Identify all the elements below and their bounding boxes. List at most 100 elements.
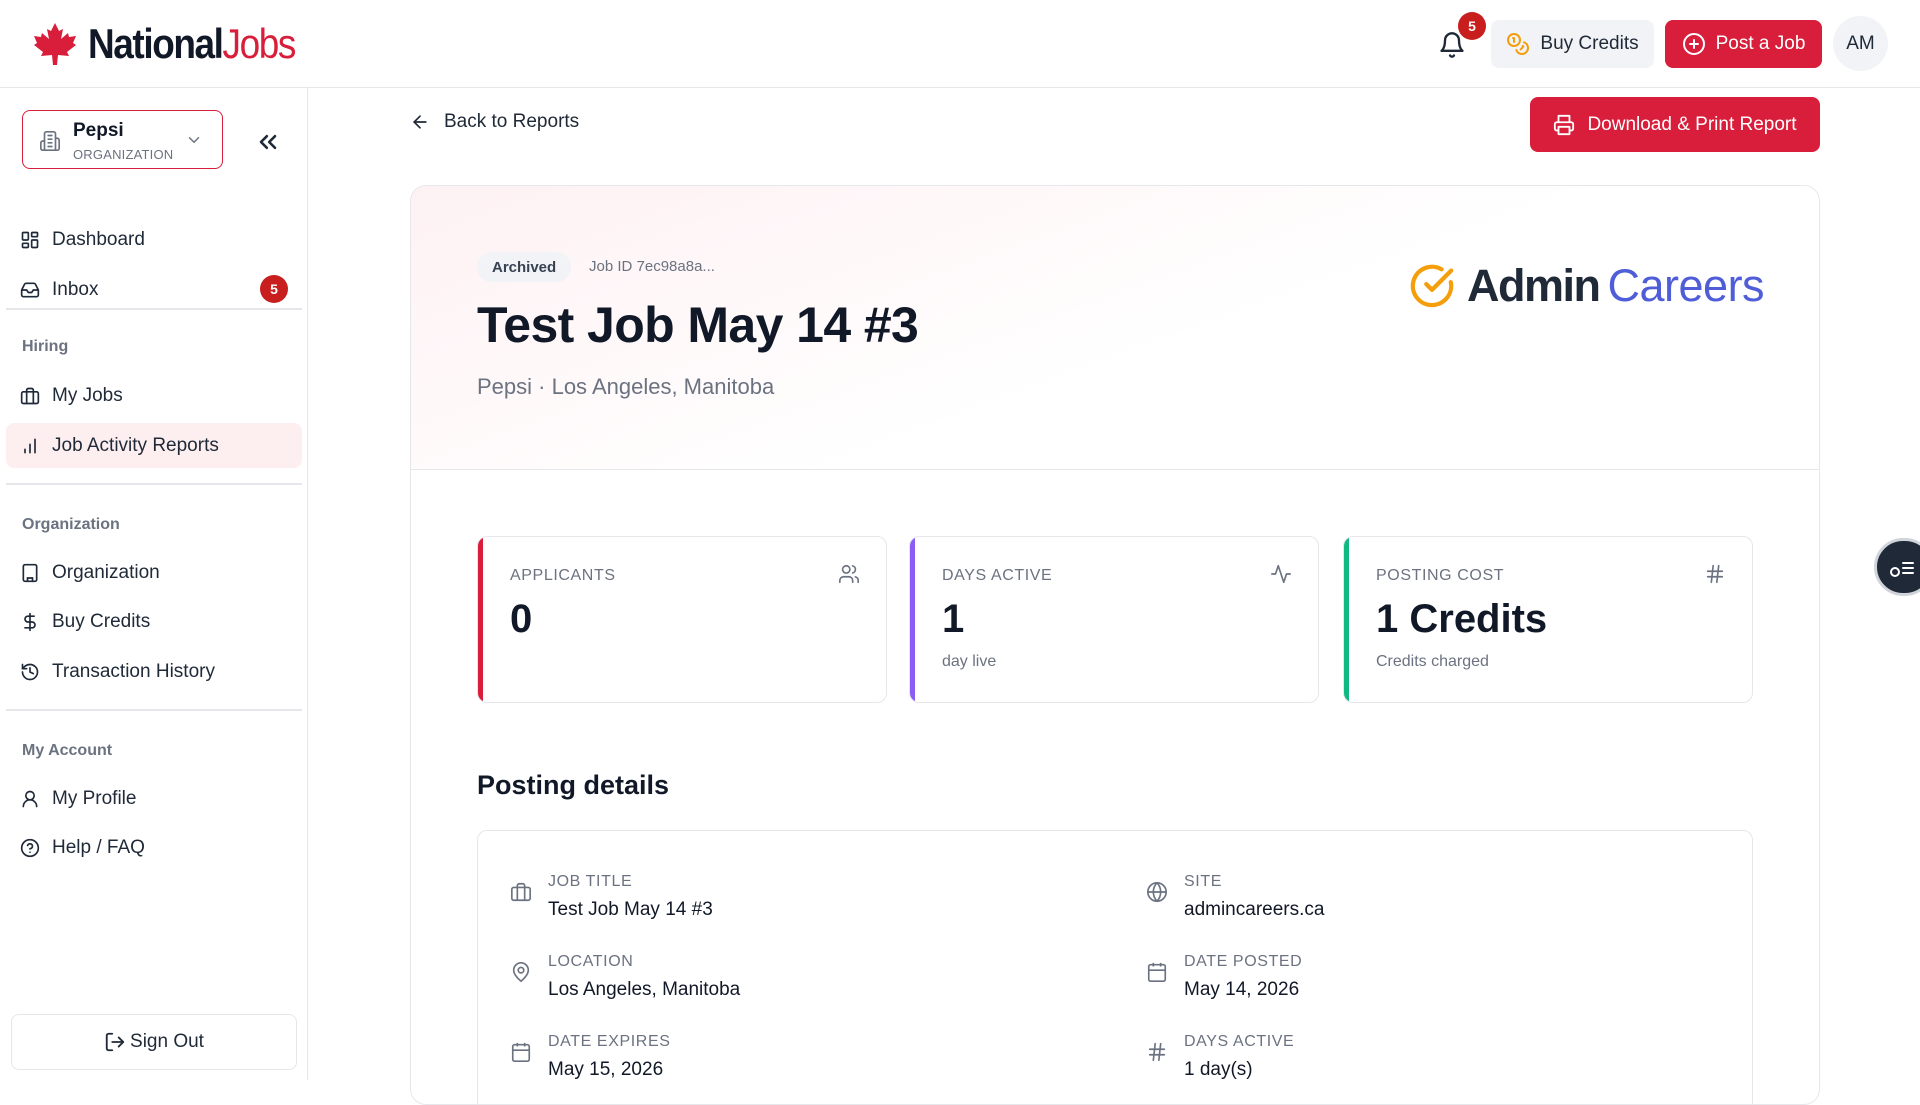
job-id: Job ID 7ec98a8a... [589,258,715,275]
detail-label: DATE POSTED [1184,953,1303,970]
post-job-label: Post a Job [1715,33,1806,54]
sidebar-item-inbox[interactable]: Inbox 5 [6,267,302,312]
sidebar-item-label: Job Activity Reports [52,434,219,456]
job-org-location: Pepsi · Los Angeles, Manitoba [477,374,775,399]
stat-label: DAYS ACTIVE [942,567,1053,584]
sidebar-item-organization[interactable]: Organization [6,550,302,595]
sidebar-item-my-profile[interactable]: My Profile [6,776,302,821]
top-bar: NationalJobs 5 Buy Credits Post a Job AM [0,0,1920,88]
notification-count-badge: 5 [1458,12,1486,40]
download-label: Download & Print Report [1587,113,1797,135]
stat-label: POSTING COST [1376,567,1505,584]
sidebar-item-label: My Profile [52,787,137,809]
post-job-button[interactable]: Post a Job [1665,20,1822,68]
detail-value: May 14, 2026 [1184,979,1300,1000]
sidebar-item-label: Organization [52,561,160,583]
detail-value: 1 day(s) [1184,1059,1253,1080]
stat-days-active: DAYS ACTIVE 1 day live [909,536,1319,703]
check-circle-icon [1410,264,1454,308]
posting-details-heading: Posting details [477,770,670,800]
bar-chart-icon [24,438,36,454]
stat-value: 1 Credits [1376,597,1548,641]
sidebar-item-label: Dashboard [52,228,145,250]
calendar-icon [511,1042,531,1062]
map-pin-icon [512,962,530,983]
sidebar-item-buy-credits[interactable]: Buy Credits [6,599,302,644]
detail-days-active: DAYS ACTIVE 1 day(s) [1146,1033,1666,1093]
floating-assistant-button[interactable] [1874,538,1920,596]
detail-value: May 15, 2026 [548,1059,664,1080]
site-logo-admin: Admin [1467,260,1601,311]
detail-date-expires: DATE EXPIRES May 15, 2026 [510,1033,1030,1093]
page-title: Test Job May 14 #3 [477,297,919,353]
hash-icon [1148,1042,1166,1062]
divider [6,709,302,711]
users-icon [839,564,859,584]
buy-credits-button[interactable]: Buy Credits [1491,20,1654,68]
sidebar-item-label: My Jobs [52,384,123,406]
help-icon [20,838,40,858]
sidebar-item-help-faq[interactable]: Help / FAQ [6,825,302,870]
report-card: Archived Job ID 7ec98a8a... Test Job May… [410,185,1820,1105]
chevrons-left-icon [259,134,277,150]
stat-hint: day live [942,653,997,670]
stat-accent-bar [478,537,483,702]
detail-location: LOCATION Los Angeles, Manitoba [510,953,1030,1013]
divider [6,308,302,310]
detail-label: LOCATION [548,953,634,970]
stat-posting-cost: POSTING COST 1 Credits Credits charged [1343,536,1753,703]
sign-out-label: Sign Out [130,1031,204,1052]
job-hero: Archived Job ID 7ec98a8a... Test Job May… [411,186,1819,470]
briefcase-icon [20,387,40,405]
coins-icon [1507,33,1530,55]
status-badge: Archived [477,252,572,282]
download-print-report-button[interactable]: Download & Print Report [1530,97,1820,152]
inbox-icon [20,282,40,298]
sign-out-button[interactable]: Sign Out [11,1014,297,1070]
divider [6,483,302,485]
organization-switcher[interactable]: Pepsi ORGANIZATION [22,110,223,169]
national-jobs-logo[interactable]: NationalJobs [32,20,323,68]
collapse-sidebar-button[interactable] [254,128,282,156]
section-label-hiring: Hiring [22,338,69,355]
detail-label: SITE [1184,873,1222,890]
org-type: ORGANIZATION [73,147,174,162]
site-logo-careers: Careers [1607,260,1765,311]
sidebar-item-my-jobs[interactable]: My Jobs [6,373,302,418]
sidebar-item-transaction-history[interactable]: Transaction History [6,649,302,694]
globe-icon [1147,882,1167,903]
brand-word-jobs: Jobs [222,20,297,67]
stat-label: APPLICANTS [510,567,616,584]
calendar-icon [1147,962,1167,982]
inbox-count-badge: 5 [260,275,288,303]
building-icon [40,131,60,151]
detail-label: DATE EXPIRES [548,1033,671,1050]
stat-value: 1 [942,597,965,641]
detail-job-title: JOB TITLE Test Job May 14 #3 [510,873,1030,933]
org-name: Pepsi [73,120,124,141]
detail-date-posted: DATE POSTED May 14, 2026 [1146,953,1666,1013]
stat-hint: Credits charged [1376,653,1489,670]
sidebar-item-label: Transaction History [52,660,215,682]
back-to-reports-link[interactable]: Back to Reports [410,111,579,133]
section-label-my-account: My Account [22,742,113,759]
detail-value: admincareers.ca [1184,899,1325,920]
posting-details-panel: JOB TITLE Test Job May 14 #3 SITE adminc… [477,830,1753,1104]
detail-label: DAYS ACTIVE [1184,1033,1295,1050]
sidebar-item-job-activity-reports[interactable]: Job Activity Reports [6,423,302,468]
user-icon [22,790,38,808]
history-icon [21,663,39,681]
avatar[interactable]: AM [1833,16,1888,71]
stat-accent-bar [910,537,915,702]
detail-site: SITE admincareers.ca [1146,873,1666,933]
detail-value: Test Job May 14 #3 [548,899,713,920]
activity-icon [1271,564,1291,584]
brand-word-national: National [88,20,224,67]
notifications-button[interactable]: 5 [1432,12,1486,62]
grid-icon [21,231,39,249]
stat-value: 0 [510,597,533,641]
list-toggle-icon [1890,562,1914,577]
sidebar: Pepsi ORGANIZATION Dashboard Inbox 5 Hir… [0,88,308,1080]
dollar-icon [24,612,36,632]
sidebar-item-dashboard[interactable]: Dashboard [6,217,302,262]
